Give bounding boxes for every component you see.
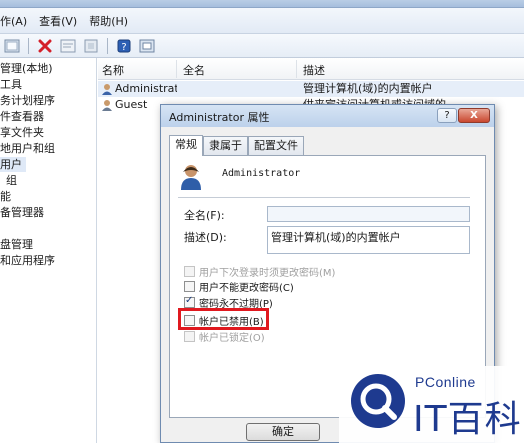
checkbox-account-locked[interactable]: 帐户已锁定(O) (184, 329, 265, 344)
column-header-name[interactable]: 名称 (102, 62, 124, 78)
checkbox-label: 密码永不过期(P) (199, 298, 273, 310)
column-header-fullname[interactable]: 全名 (183, 62, 205, 78)
tree-item-performance[interactable]: 能 (0, 189, 11, 204)
tree-item-disk-management[interactable]: 盘管理 (0, 237, 33, 252)
toolbar: ? (0, 34, 524, 58)
user-avatar-icon (180, 164, 202, 190)
list-row-administrator[interactable]: Administrat... 管理计算机(域)的内置帐户 (98, 81, 524, 97)
toolbar-separator (107, 37, 108, 54)
tree-item-computer-management[interactable]: 管理(本地) (0, 61, 53, 76)
checkbox-account-disabled[interactable]: 帐户已禁用(B) (184, 313, 264, 328)
window-titlebar (0, 0, 524, 8)
menu-action[interactable]: 作(A) (0, 13, 33, 29)
cell-description: 管理计算机(域)的内置帐户 (303, 82, 433, 95)
description-label: 描述(D): (184, 231, 227, 244)
navigation-tree: 管理(本地) 工具 务计划程序 件查看器 享文件夹 地用户和组 用户 组 能 备… (0, 58, 97, 443)
checkbox-must-change-password[interactable]: 用户下次登录时须更改密码(M) (184, 264, 336, 279)
tab-profile[interactable]: 配置文件 (248, 136, 304, 155)
cell-name: Administrat... (115, 82, 177, 95)
checkbox-label: 帐户已锁定(O) (199, 332, 265, 344)
checkbox-cannot-change-password[interactable]: 用户不能更改密码(C) (184, 279, 294, 294)
fullname-label: 全名(F): (184, 209, 225, 222)
checkbox-password-never-expires[interactable]: ✓ 密码永不过期(P) (184, 294, 273, 310)
help-icon[interactable]: ? (114, 37, 134, 55)
pconline-watermark: PConline IT百科 (339, 366, 524, 443)
tree-item-device-manager[interactable]: 备管理器 (0, 205, 44, 220)
tree-item-local-users-groups[interactable]: 地用户和组 (0, 141, 55, 156)
toolbar-separator (28, 37, 29, 54)
tab-general[interactable]: 常规 (169, 135, 203, 156)
tree-item-shared-folders[interactable]: 享文件夹 (0, 125, 44, 140)
column-divider[interactable] (176, 60, 177, 78)
user-icon (101, 99, 113, 116)
ok-button[interactable]: 确定 (246, 423, 320, 441)
tree-item-event-viewer[interactable]: 件查看器 (0, 109, 44, 124)
dialog-help-button[interactable]: ? (437, 108, 457, 123)
dialog-title: Administrator 属性 (169, 111, 270, 124)
dialog-tabs: 常规 隶属于 配置文件 (169, 135, 304, 156)
tree-item-groups[interactable]: 组 (6, 173, 17, 188)
watermark-brand-small: PConline (415, 374, 476, 390)
pconline-logo-icon (349, 372, 407, 430)
menu-view[interactable]: 查看(V) (33, 13, 83, 29)
account-name: Administrator (222, 168, 301, 179)
tree-item-users[interactable]: 用户 (0, 157, 26, 172)
dialog-titlebar[interactable]: Administrator 属性 ? X (161, 105, 494, 127)
checkmark-icon: ✓ (185, 294, 194, 306)
svg-text:?: ? (121, 42, 126, 53)
checkbox-label: 用户不能更改密码(C) (199, 282, 294, 294)
tree-item-services-applications[interactable]: 和应用程序 (0, 253, 55, 268)
delete-icon[interactable] (35, 37, 55, 55)
export-icon[interactable] (81, 37, 101, 55)
fullname-field[interactable] (267, 206, 470, 222)
back-arrow-icon[interactable] (2, 37, 22, 55)
column-divider[interactable] (296, 60, 297, 78)
checkbox-box[interactable] (184, 314, 195, 326)
menubar: 作(A) 查看(V) 帮助(H) (0, 8, 524, 34)
properties-icon[interactable] (58, 37, 78, 55)
watermark-brand-large: IT百科 (413, 399, 522, 440)
dialog-close-button[interactable]: X (458, 108, 490, 123)
tab-member-of[interactable]: 隶属于 (203, 136, 248, 155)
list-header: 名称 全名 描述 (98, 58, 524, 80)
column-header-description[interactable]: 描述 (303, 62, 325, 78)
tree-item-task-scheduler[interactable]: 务计划程序 (0, 93, 55, 108)
checkbox-box[interactable] (184, 265, 195, 277)
checkbox-box[interactable] (184, 330, 195, 342)
description-field[interactable]: 管理计算机(域)的内置帐户 (267, 226, 470, 254)
divider (178, 197, 470, 198)
tree-item-system-tools[interactable]: 工具 (0, 77, 22, 92)
checkbox-label: 帐户已禁用(B) (199, 316, 264, 328)
checkbox-box[interactable]: ✓ (184, 294, 195, 308)
checkbox-label: 用户下次登录时须更改密码(M) (199, 267, 336, 279)
checkbox-box[interactable] (184, 280, 195, 292)
console-icon[interactable] (137, 37, 157, 55)
menu-help[interactable]: 帮助(H) (83, 13, 134, 29)
